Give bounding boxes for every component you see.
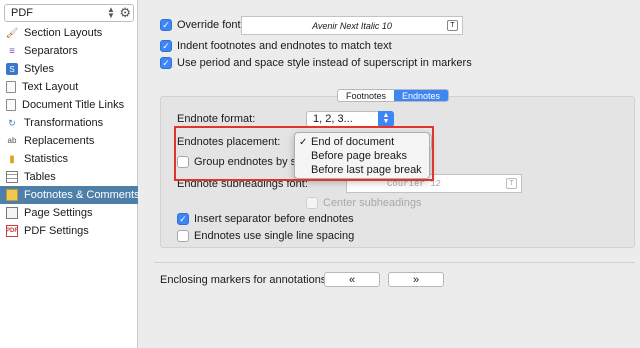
checkmark-icon: ✓ <box>299 136 308 148</box>
sidebar-item-label: Section Layouts <box>24 27 103 39</box>
close-marker-field[interactable]: » <box>388 272 444 287</box>
indent-label: Indent footnotes and endnotes to match t… <box>177 40 392 52</box>
center-subheadings-row[interactable]: Center subheadings <box>306 197 421 209</box>
placement-menu-item[interactable]: Before last page break <box>295 163 429 177</box>
placement-menu: ✓ End of document Before page breaks Before… <box>294 132 430 179</box>
sidebar-item[interactable]: Footnotes & Comments <box>0 186 140 204</box>
transformations-icon: ↻ <box>8 117 16 128</box>
sidebar: PDF ▲ ▼ ⚙ 🖌 Section Layouts ≡ Separators S Sty… <box>0 0 140 348</box>
sidebar-item[interactable]: S Styles <box>0 60 138 78</box>
insert-separator-checkbox[interactable]: ✓ <box>177 213 189 225</box>
override-font-checkbox[interactable]: ✓ <box>160 19 172 31</box>
page-icon <box>6 207 18 219</box>
sidebar-item-label: Separators <box>24 45 78 57</box>
sidebar-item-label: Document Title Links <box>22 99 125 111</box>
gear-icon[interactable]: ⚙ <box>119 5 131 21</box>
close-marker-value: » <box>412 273 420 286</box>
group-endnotes-checkbox[interactable] <box>177 156 189 168</box>
pdf-icon: PDF <box>6 225 18 237</box>
tab-endnotes[interactable]: Endnotes <box>394 90 449 101</box>
endnote-format-value: 1, 2, 3... <box>313 113 353 125</box>
sidebar-item[interactable]: Page Settings <box>0 204 138 222</box>
center-subheadings-checkbox[interactable] <box>306 197 318 209</box>
sidebar-item-label: Tables <box>24 171 56 183</box>
sidebar-item-label: Text Layout <box>22 81 79 93</box>
open-marker-field[interactable]: « <box>324 272 380 287</box>
placement-option-label: End of document <box>311 136 395 148</box>
endnote-format-label: Endnote format: <box>177 113 256 125</box>
override-font-row[interactable]: ✓ Override font: <box>160 19 244 31</box>
single-spacing-row[interactable]: Endnotes use single line spacing <box>177 230 354 242</box>
sidebar-item[interactable]: ↻ Transformations <box>0 114 138 132</box>
placement-label: Endnotes placement: <box>177 136 281 148</box>
notes-tabs: Footnotes Endnotes <box>337 89 450 102</box>
subheadings-font-picker-icon[interactable]: T <box>506 178 517 189</box>
sidebar-item[interactable]: PDF PDF Settings <box>0 222 138 240</box>
separator-icon: ≡ <box>9 45 15 57</box>
insert-separator-row[interactable]: ✓ Insert separator before endnotes <box>177 213 354 225</box>
document-icon <box>6 99 16 111</box>
single-spacing-label: Endnotes use single line spacing <box>194 230 355 242</box>
indent-row[interactable]: ✓ Indent footnotes and endnotes to match… <box>160 40 392 52</box>
override-font-label: Override font: <box>177 19 244 31</box>
sidebar-item-label: Replacements <box>24 135 95 147</box>
override-font-field[interactable]: Avenir Next Italic 10 T <box>241 16 463 35</box>
endnote-format-popup[interactable]: 1, 2, 3... ▲ ▼ <box>306 111 394 127</box>
period-style-row[interactable]: ✓ Use period and space style instead of … <box>160 57 472 69</box>
placement-menu-item[interactable]: Before page breaks <box>295 149 429 163</box>
single-spacing-checkbox[interactable] <box>177 230 189 242</box>
sidebar-item[interactable]: ab Replacements <box>0 132 138 150</box>
sidebar-item-label: Statistics <box>24 153 69 165</box>
replacements-icon: ab <box>7 136 17 145</box>
override-font-value: Avenir Next Italic 10 <box>312 20 392 31</box>
period-style-checkbox[interactable]: ✓ <box>160 57 172 69</box>
group-endnotes-label: Group endnotes by sec <box>194 156 308 168</box>
format-select-value: PDF <box>11 7 33 19</box>
placement-option-label: Before page breaks <box>311 150 408 162</box>
sidebar-item[interactable]: Tables <box>0 168 138 186</box>
placement-menu-item[interactable]: ✓ End of document <box>295 135 429 149</box>
sidebar-item[interactable]: 🖌 Section Layouts <box>0 24 138 42</box>
enclosing-markers-label: Enclosing markers for annotations: <box>160 274 330 286</box>
center-subheadings-label: Center subheadings <box>323 197 422 209</box>
format-select[interactable]: PDF ▲ ▼ ⚙ <box>4 4 134 22</box>
sidebar-item[interactable]: Text Layout <box>0 78 138 96</box>
subheadings-font-label: Endnote subheadings font: <box>177 178 308 190</box>
divider <box>154 262 635 263</box>
sidebar-item-label: Footnotes & Comments <box>24 189 140 201</box>
sidebar-item[interactable]: ▮ Statistics <box>0 150 138 168</box>
sidebar-item[interactable]: Document Title Links <box>0 96 138 114</box>
open-marker-value: « <box>348 273 356 286</box>
statistics-icon: ▮ <box>9 153 15 165</box>
table-icon <box>6 171 18 183</box>
insert-separator-label: Insert separator before endnotes <box>194 213 354 225</box>
paintbrush-icon: 🖌 <box>5 27 19 39</box>
tab-footnotes[interactable]: Footnotes <box>338 90 394 101</box>
sidebar-item-label: Transformations <box>24 117 104 129</box>
footnote-icon <box>6 189 18 201</box>
styles-icon: S <box>6 63 18 75</box>
sidebar-item-label: PDF Settings <box>24 225 89 237</box>
period-style-label: Use period and space style instead of su… <box>177 57 472 69</box>
subheadings-font-value: Courier 12 <box>387 178 442 189</box>
popup-arrows-icon: ▲ ▼ <box>378 111 394 127</box>
font-picker-icon[interactable]: T <box>447 20 458 31</box>
sidebar-list: 🖌 Section Layouts ≡ Separators S Styles Text L… <box>0 24 140 240</box>
updown-arrows-icon: ▲ ▼ <box>107 5 115 20</box>
group-endnotes-row[interactable]: Group endnotes by sec <box>177 156 308 168</box>
sidebar-item-label: Page Settings <box>24 207 93 219</box>
sidebar-item[interactable]: ≡ Separators <box>0 42 138 60</box>
document-icon <box>6 81 16 93</box>
settings-panel: ✓ Override font: Avenir Next Italic 10 T… <box>146 0 640 348</box>
placement-option-label: Before last page break <box>311 164 422 176</box>
sidebar-item-label: Styles <box>24 63 54 75</box>
indent-checkbox[interactable]: ✓ <box>160 40 172 52</box>
